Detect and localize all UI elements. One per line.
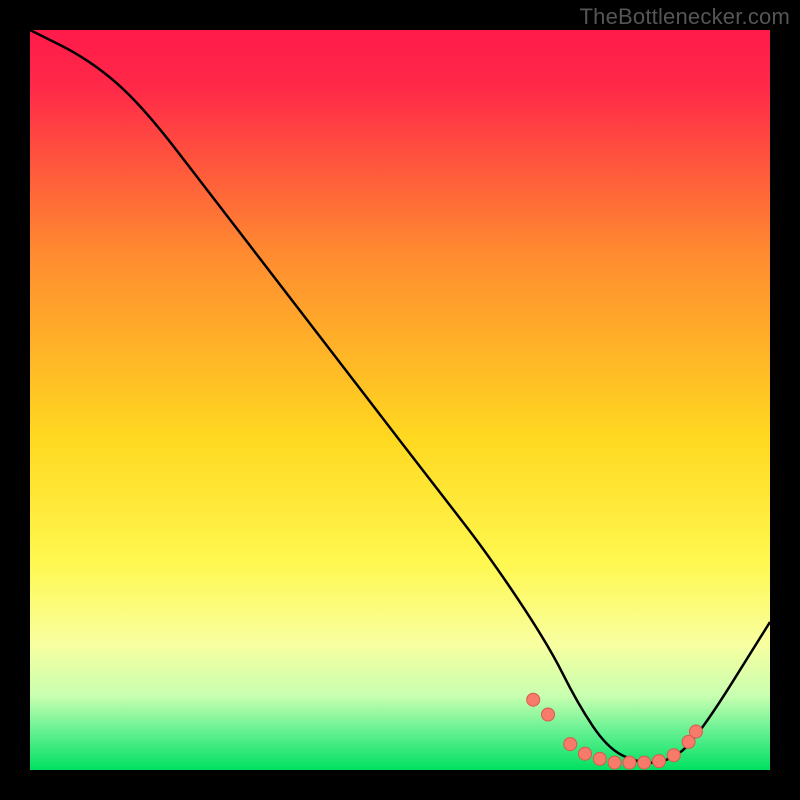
marker-dot (564, 738, 577, 751)
marker-dot (527, 693, 540, 706)
marker-dot (653, 755, 666, 768)
watermark-text: TheBottlenecker.com (580, 4, 790, 30)
marker-dot (667, 749, 680, 762)
marker-dot (608, 756, 621, 769)
bottleneck-chart (30, 30, 770, 770)
marker-dot (623, 756, 636, 769)
gradient-background (30, 30, 770, 770)
marker-dot (638, 756, 651, 769)
marker-dot (579, 747, 592, 760)
marker-dot (542, 708, 555, 721)
marker-dot (593, 752, 606, 765)
chart-frame: TheBottlenecker.com (0, 0, 800, 800)
marker-dot (690, 725, 703, 738)
